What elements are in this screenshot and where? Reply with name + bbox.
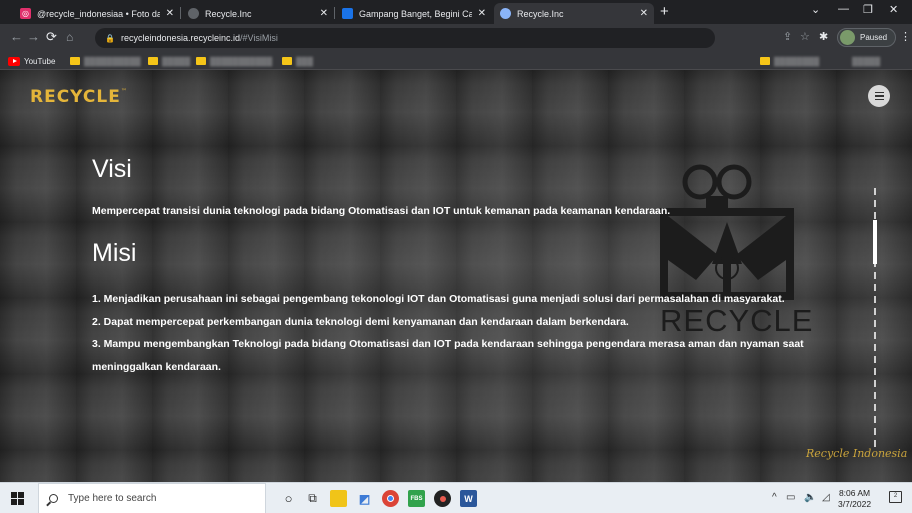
misi-item: 1. Menjadikan perusahaan ini sebagai pen… (92, 293, 785, 305)
brand-name: RECYCLE (30, 87, 121, 107)
cortana-icon[interactable]: ○ (280, 490, 297, 507)
tab-instagram[interactable]: ◎ @recycle_indonesiaa • Foto dan ✕ (14, 3, 180, 24)
folder-icon (148, 57, 158, 65)
address-host: recycleindonesia.recycleinc.id (120, 33, 241, 43)
bookmark-folder-3[interactable]: ███████████ (196, 55, 272, 67)
close-icon[interactable]: ✕ (478, 8, 486, 19)
notification-count: 2 (893, 493, 898, 499)
home-button[interactable]: ⌂ (66, 29, 73, 45)
browser-toolbar: ← → ⟳ ⌂ 🔒 recycleindonesia.recycleinc.id… (0, 24, 912, 52)
browser-menu-icon[interactable]: ⋮ (900, 30, 911, 43)
word-icon[interactable]: W (460, 490, 477, 507)
media-player-icon[interactable] (434, 490, 451, 507)
restore-button[interactable]: ❐ (863, 3, 873, 16)
store-icon[interactable]: ◩ (356, 490, 373, 507)
profile-button[interactable]: Paused (837, 28, 897, 47)
bookmark-label: YouTube (24, 56, 56, 66)
tab-title: Gampang Banget, Begini Cara M (359, 8, 472, 19)
tab-title: Recycle.Inc (517, 8, 564, 19)
file-explorer-icon[interactable] (330, 490, 347, 507)
article-icon (342, 8, 353, 19)
app-icon[interactable]: FBS (408, 490, 425, 507)
volume-icon[interactable]: 🔈 (804, 492, 816, 503)
show-hidden-icons[interactable]: ^ (772, 492, 777, 503)
section-scroll-thumb[interactable] (873, 220, 877, 264)
tab-title: @recycle_indonesiaa • Foto dan (37, 8, 160, 19)
globe-icon (500, 8, 511, 19)
back-button[interactable]: ← (10, 29, 23, 45)
hamburger-menu-button[interactable] (868, 85, 890, 107)
folder-icon (196, 57, 206, 65)
close-icon[interactable]: ✕ (320, 8, 328, 19)
tab-title: Recycle.Inc (205, 8, 252, 19)
address-bar[interactable]: 🔒 recycleindonesia.recycleinc.id /#VisiM… (95, 28, 715, 48)
signature: Recycle Indonesia (806, 447, 908, 460)
tab-strip: ◎ @recycle_indonesiaa • Foto dan ✕ Recyc… (0, 0, 912, 24)
reading-list-button[interactable]: █████ (852, 55, 880, 67)
bookmark-folder-4[interactable]: ███ (282, 55, 313, 67)
page-content: RECYCLE™ RECYCLE Visi Mempercepat transi… (0, 70, 912, 482)
folder-icon (760, 57, 770, 65)
tab-recycle-active[interactable]: Recycle.Inc ✕ (494, 3, 654, 24)
taskbar-search-box[interactable]: Type here to search (38, 483, 266, 513)
misi-item: 2. Dapat mempercepat perkembangan dunia … (92, 315, 629, 328)
forward-button[interactable]: → (27, 29, 40, 45)
visi-heading: Visi (92, 155, 132, 183)
bookmarks-bar: YouTube ██████████ █████ ███████████ ███… (0, 52, 912, 70)
clock-time: 8:06 AM (838, 488, 871, 498)
bookmark-star-icon[interactable]: ☆ (800, 30, 810, 43)
extensions-icon[interactable]: ✱ (819, 30, 828, 43)
tab-search-icon[interactable]: ⌄ (811, 3, 820, 16)
close-icon[interactable]: ✕ (166, 8, 174, 19)
misi-heading: Misi (92, 239, 137, 267)
minimize-button[interactable]: — (838, 3, 849, 15)
bookmark-youtube[interactable]: YouTube (8, 55, 55, 67)
folder-icon (70, 57, 80, 65)
misi-list: 1. Menjadikan perusahaan ini sebagai pen… (92, 288, 872, 378)
profile-status: Paused (860, 33, 888, 42)
address-path: /#VisiMisi (240, 33, 278, 43)
tab-recycle-1[interactable]: Recycle.Inc ✕ (182, 3, 334, 24)
battery-icon[interactable]: ▭ (786, 492, 795, 503)
taskbar: Type here to search ○ ⧉ ◩ FBS W ^ ▭ 🔈 ◿ … (0, 482, 912, 513)
folder-icon (282, 57, 292, 65)
network-icon[interactable]: ◿ (822, 492, 830, 503)
notification-center-button[interactable]: 2 (889, 491, 902, 503)
visi-text: Mempercepat transisi dunia teknologi pad… (92, 205, 671, 217)
task-view-icon[interactable]: ⧉ (304, 490, 321, 507)
clock-date: 3/7/2022 (838, 499, 872, 509)
close-icon[interactable]: ✕ (640, 8, 648, 19)
lock-icon: 🔒 (105, 33, 115, 43)
window-close-button[interactable]: ✕ (889, 3, 898, 16)
site-logo[interactable]: RECYCLE™ (30, 87, 127, 107)
bookmark-folder-2[interactable]: █████ (148, 55, 190, 67)
globe-icon (188, 8, 199, 19)
share-icon[interactable]: ⇪ (783, 30, 792, 43)
bookmark-folder-1[interactable]: ██████████ (70, 55, 141, 67)
new-tab-button[interactable]: + (660, 3, 669, 21)
windows-start-button[interactable] (11, 492, 24, 505)
taskbar-search-placeholder: Type here to search (68, 493, 157, 504)
tab-gampang-banget[interactable]: Gampang Banget, Begini Cara M ✕ (336, 3, 492, 24)
avatar (840, 30, 855, 45)
instagram-icon: ◎ (20, 8, 31, 19)
reload-button[interactable]: ⟳ (46, 29, 57, 45)
misi-item: 3. Mampu mengembangkan Teknologi pada bi… (92, 338, 804, 373)
search-icon (49, 494, 58, 503)
trademark-mark: ™ (120, 88, 127, 95)
clock[interactable]: 8:06 AM 3/7/2022 (838, 488, 871, 510)
youtube-icon (8, 56, 20, 66)
bookmark-folder-other[interactable]: ████████ (760, 55, 819, 67)
chrome-icon[interactable] (382, 490, 399, 507)
